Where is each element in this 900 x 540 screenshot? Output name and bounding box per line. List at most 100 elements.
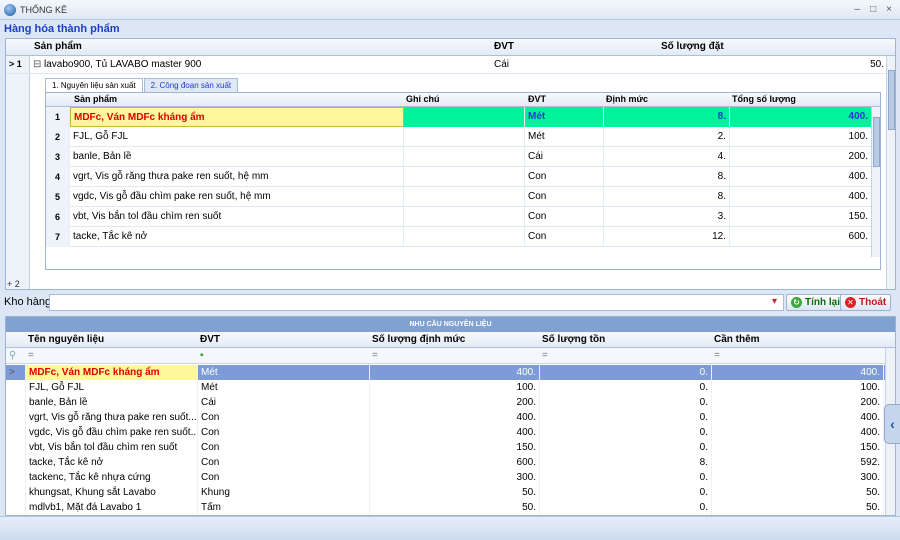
materials-grid: Sản phẩm Ghi chú ĐVT Định mức Tổng số lư… bbox=[45, 92, 881, 270]
cell-name: MDFc, Ván MDFc kháng ẩm bbox=[26, 365, 198, 380]
cell-unit: Mét bbox=[198, 365, 370, 380]
table-row[interactable]: khungsat, Khung sắt Lavabo Khung 50. 0. 50. bbox=[6, 485, 886, 500]
close-button[interactable]: × bbox=[886, 4, 892, 15]
table-row[interactable]: vgdc, Vis gỗ đầu chìm pake ren suốt... Co… bbox=[6, 425, 886, 440]
needs-band-title: NHU CẦU NGUYÊN LIỆU bbox=[6, 317, 895, 332]
scroll-thumb[interactable] bbox=[873, 117, 880, 167]
row-indicator[interactable]: + 2 bbox=[7, 279, 20, 289]
cell-note bbox=[404, 207, 525, 227]
collapse-icon[interactable]: ⊟ bbox=[33, 59, 41, 70]
cell-norm_qty: 300. bbox=[370, 470, 540, 485]
tab-materials[interactable]: 1. Nguyên liệu sản xuất bbox=[45, 78, 143, 92]
table-row[interactable]: > 1 ⊟ lavabo900, Tủ LAVABO master 900 Cá… bbox=[6, 56, 888, 74]
cell-stock: 0. bbox=[540, 500, 712, 515]
row-indicator bbox=[6, 380, 26, 395]
materials-grid-scrollbar[interactable] bbox=[871, 107, 880, 257]
detail-tabs: 1. Nguyên liệu sản xuất 2. Công đoạn sản… bbox=[45, 78, 239, 92]
table-row[interactable]: 3 banle, Bản lề Cái 4. 200. bbox=[46, 147, 872, 167]
table-row[interactable]: tackenc, Tắc kê nhựa cứng Con 300. 0. 300. bbox=[6, 470, 886, 485]
table-row[interactable]: 2 FJL, Gỗ FJL Mét 2. 100. bbox=[46, 127, 872, 147]
recalc-button[interactable]: ↻ Tính lại bbox=[786, 294, 845, 311]
cell-no: 6 bbox=[46, 207, 70, 227]
table-row[interactable]: vbt, Vis bắn tol đầu chìm ren suốt Con 150… bbox=[6, 440, 886, 455]
cell-name: MDFc, Ván MDFc kháng ẩm bbox=[70, 107, 404, 127]
col-unit[interactable]: ĐVT bbox=[528, 94, 546, 104]
table-row[interactable]: 1 MDFc, Ván MDFc kháng ẩm Mét 8. 400. bbox=[46, 107, 872, 127]
dropdown-icon[interactable]: ▾ bbox=[772, 296, 777, 307]
cell-stock: 0. bbox=[540, 470, 712, 485]
cell-unit: Cái bbox=[525, 147, 604, 167]
col-note[interactable]: Ghi chú bbox=[406, 94, 440, 104]
product-name: lavabo900, Tủ LAVABO master 900 bbox=[44, 59, 202, 70]
scroll-thumb[interactable] bbox=[888, 70, 895, 130]
col-need[interactable]: Cần thêm bbox=[714, 334, 760, 345]
col-material-name[interactable]: Tên nguyên liệu bbox=[28, 334, 104, 345]
cell-name: vgdc, Vis gỗ đầu chìm pake ren suốt... bbox=[26, 425, 198, 440]
filter-stock[interactable]: = bbox=[542, 350, 548, 361]
col-qty-ordered[interactable]: Số lượng đặt bbox=[661, 41, 724, 52]
col-total[interactable]: Tổng số lượng bbox=[732, 94, 796, 104]
table-row[interactable]: vgrt, Vis gỗ răng thưa pake ren suốt... C… bbox=[6, 410, 886, 425]
collapse-panel-icon[interactable]: ‹ bbox=[884, 404, 900, 444]
cell-unit: Con bbox=[198, 470, 370, 485]
cell-unit: Mét bbox=[525, 127, 604, 147]
maximize-button[interactable]: □ bbox=[870, 4, 876, 15]
col-norm[interactable]: Định mức bbox=[606, 94, 648, 104]
table-row[interactable]: banle, Bản lề Cái 200. 0. 200. bbox=[6, 395, 886, 410]
table-row[interactable]: > MDFc, Ván MDFc kháng ẩm Mét 400. 0. 400. bbox=[6, 365, 886, 380]
col-unit[interactable]: ĐVT bbox=[200, 334, 220, 345]
col-norm-qty[interactable]: Số lượng định mức bbox=[372, 334, 465, 345]
table-row[interactable]: 6 vbt, Vis bắn tol đầu chìm ren suốt Con 3.… bbox=[46, 207, 872, 227]
row-indicator bbox=[6, 500, 26, 515]
materials-grid-header: Sản phẩm Ghi chú ĐVT Định mức Tổng số lư… bbox=[46, 93, 880, 107]
cell-total: 400. bbox=[730, 187, 872, 207]
row-indicator bbox=[6, 425, 26, 440]
table-row[interactable]: mdlvb1, Mặt đá Lavabo 1 Tấm 50. 0. 50. bbox=[6, 500, 886, 515]
col-stock[interactable]: Số lượng tồn bbox=[542, 334, 605, 345]
col-product[interactable]: Sản phẩm bbox=[34, 41, 82, 52]
cell-norm_qty: 150. bbox=[370, 440, 540, 455]
cell-no: 1 bbox=[46, 107, 70, 127]
filter-name[interactable]: = bbox=[28, 350, 34, 361]
cell-stock: 0. bbox=[540, 440, 712, 455]
filter-unit[interactable]: ▪ bbox=[200, 350, 204, 361]
app-icon bbox=[4, 3, 16, 16]
warehouse-input[interactable] bbox=[49, 294, 784, 311]
cell-total: 400. bbox=[730, 107, 872, 127]
cell-norm_qty: 400. bbox=[370, 365, 540, 380]
cell-no: 4 bbox=[46, 167, 70, 187]
cell-note bbox=[404, 147, 525, 167]
product-qty: 50. bbox=[870, 59, 884, 70]
cell-unit: Khung bbox=[198, 485, 370, 500]
cell-no: 5 bbox=[46, 187, 70, 207]
window-title: THỐNG KÊ bbox=[20, 4, 68, 15]
cell-total: 100. bbox=[730, 127, 872, 147]
table-row[interactable]: 4 vgrt, Vis gỗ răng thưa pake ren suốt, h… bbox=[46, 167, 872, 187]
filter-need[interactable]: = bbox=[714, 350, 720, 361]
filter-norm[interactable]: = bbox=[372, 350, 378, 361]
table-row[interactable]: 5 vgdc, Vis gỗ đầu chìm pake ren suốt, hệ… bbox=[46, 187, 872, 207]
cell-total: 200. bbox=[730, 147, 872, 167]
status-bar bbox=[0, 516, 900, 540]
table-row[interactable]: 7 tacke, Tắc kê nở Con 12. 600. bbox=[46, 227, 872, 247]
cell-need: 150. bbox=[712, 440, 884, 455]
cell-no: 2 bbox=[46, 127, 70, 147]
table-row[interactable]: tacke, Tắc kê nở Con 600. 8. 592. bbox=[6, 455, 886, 470]
tab-stages[interactable]: 2. Công đoạn sản xuất bbox=[143, 78, 239, 92]
cell-no: 7 bbox=[46, 227, 70, 247]
row-indicator bbox=[6, 395, 26, 410]
col-product[interactable]: Sản phẩm bbox=[74, 94, 117, 104]
cell-norm: 3. bbox=[604, 207, 730, 227]
col-unit[interactable]: ĐVT bbox=[494, 41, 514, 52]
cell-stock: 0. bbox=[540, 395, 712, 410]
cell-name: vgrt, Vis gỗ răng thưa pake ren suốt... bbox=[26, 410, 198, 425]
cell-unit: Con bbox=[198, 455, 370, 470]
row-indicator: > bbox=[6, 365, 26, 380]
product-grid-scrollbar[interactable] bbox=[886, 56, 895, 289]
exit-button[interactable]: ✕ Thoát bbox=[840, 294, 892, 311]
table-row[interactable]: FJL, Gỗ FJL Mét 100. 0. 100. bbox=[6, 380, 886, 395]
cell-total: 150. bbox=[730, 207, 872, 227]
cell-unit: Con bbox=[525, 227, 604, 247]
minimize-button[interactable]: – bbox=[855, 4, 861, 15]
cell-name: FJL, Gỗ FJL bbox=[26, 380, 198, 395]
